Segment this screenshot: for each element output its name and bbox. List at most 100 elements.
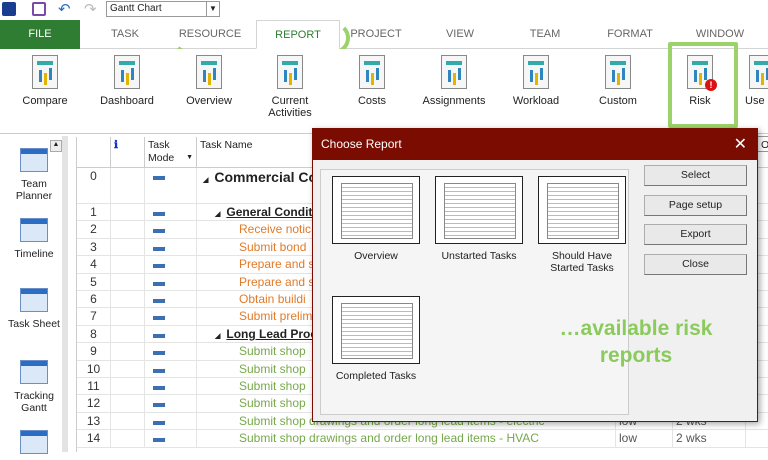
undo-icon[interactable]: ↶ (58, 0, 71, 18)
row-id: 13 (77, 412, 111, 430)
redo-icon[interactable]: ↷ (84, 0, 97, 18)
auto-schedule-icon (153, 276, 167, 286)
task-mode-cell[interactable] (145, 204, 197, 221)
team-planner-icon (20, 148, 48, 172)
auto-schedule-icon (153, 363, 167, 373)
task-name: Commercial Co (214, 169, 318, 185)
dialog-title: Choose Report (321, 137, 402, 151)
report-thumbnail (538, 176, 626, 244)
collapse-icon[interactable]: ◢ (215, 210, 220, 218)
table-row[interactable]: 14 Submit shop drawings and order long l… (77, 430, 768, 448)
tab-file[interactable]: FILE (0, 20, 80, 49)
task-mode-cell[interactable] (145, 343, 197, 360)
label: Costs (357, 95, 387, 107)
timeline-icon (20, 218, 48, 242)
assignments-button[interactable]: Assignments (417, 55, 491, 107)
label: Assignments (422, 95, 486, 107)
row-id: 10 (77, 360, 111, 377)
task-mode-cell[interactable] (145, 430, 197, 447)
overview-button[interactable]: Overview (172, 55, 246, 107)
label: Overview (354, 250, 398, 262)
current-activities-button[interactable]: Current Activities (253, 55, 327, 119)
duration-cell[interactable]: 2 wks (673, 430, 746, 447)
tab-format[interactable]: FORMAT (595, 20, 665, 49)
page-setup-button[interactable]: Page setup (644, 195, 747, 216)
auto-schedule-icon (153, 345, 167, 356)
report-unstarted-tasks[interactable]: Unstarted Tasks (433, 176, 525, 262)
header-id[interactable] (77, 137, 111, 168)
task-name: Prepare and s (239, 274, 315, 289)
indicator-cell (111, 325, 145, 343)
task-mode-cell[interactable] (145, 378, 197, 395)
task-name: Receive notic (239, 222, 312, 237)
costs-button[interactable]: Costs (335, 55, 409, 107)
task-mode-cell[interactable] (145, 412, 197, 430)
task-name-cell[interactable]: Submit shop drawings and order long lead… (197, 430, 616, 447)
row-id: 1 (77, 204, 111, 221)
dashboard-button[interactable]: Dashboard (90, 55, 164, 107)
compare-button[interactable]: Compare (8, 55, 82, 107)
sidebar-item-tracking-gantt[interactable]: Tracking Gantt (4, 360, 64, 414)
chevron-down-icon[interactable]: ▼ (206, 2, 219, 16)
task-mode-cell[interactable] (145, 273, 197, 290)
overview-icon (196, 55, 222, 89)
label: Use (745, 95, 765, 107)
task-sheet-icon (20, 288, 48, 312)
indicator-cell (111, 360, 145, 377)
collapse-icon[interactable]: ◢ (203, 176, 208, 184)
row-id: 5 (77, 273, 111, 290)
row-id: 14 (77, 430, 111, 447)
close-button[interactable]: Close (644, 254, 747, 275)
custom-button[interactable]: Custom (581, 55, 655, 107)
auto-schedule-icon (153, 380, 167, 390)
label: Completed Tasks (335, 370, 417, 382)
tab-task[interactable]: TASK (90, 20, 160, 49)
label: Compare (22, 95, 68, 107)
close-icon[interactable]: ✕ (734, 129, 747, 160)
sidebar-item-team-planner[interactable]: Team Planner (4, 148, 64, 202)
auto-schedule-icon (153, 415, 167, 425)
header-task-mode[interactable]: Task Mode ▼ (145, 137, 197, 168)
view-selector[interactable]: Gantt Chart ▼ (106, 1, 220, 17)
export-button[interactable]: Export (644, 224, 747, 245)
annotation-text: …available risk reports (559, 317, 713, 367)
tab-team[interactable]: TEAM (515, 20, 575, 49)
sidebar-item-task-sheet[interactable]: Task Sheet (4, 288, 64, 330)
tab-view[interactable]: VIEW (430, 20, 490, 49)
task-mode-cell[interactable] (145, 238, 197, 256)
task-name: Submit prelim (239, 309, 313, 324)
collapse-icon[interactable]: ◢ (215, 332, 220, 340)
dashboard-icon (114, 55, 140, 89)
workload-button[interactable]: Workload (499, 55, 573, 107)
task-mode-cell[interactable] (145, 395, 197, 412)
task-mode-cell[interactable] (145, 325, 197, 343)
header-extra[interactable]: O (757, 136, 768, 152)
report-completed-tasks[interactable]: Completed Tasks (330, 296, 422, 382)
select-button[interactable]: Select (644, 165, 747, 186)
tab-project[interactable]: PROJECT (340, 20, 412, 49)
use-button[interactable]: Use (745, 55, 768, 107)
label: Unstarted Tasks (441, 250, 517, 262)
task-mode-cell[interactable] (145, 360, 197, 377)
report-overview[interactable]: Overview (330, 176, 422, 262)
current-activities-icon (277, 55, 303, 89)
header-indicators[interactable]: ℹ (111, 137, 145, 168)
task-mode-cell[interactable] (145, 168, 197, 203)
save-icon[interactable] (32, 2, 46, 16)
view-selector-value: Gantt Chart (110, 3, 162, 14)
task-mode-cell[interactable] (145, 291, 197, 308)
dropdown-icon[interactable]: ▼ (186, 151, 193, 164)
indicator-cell (111, 412, 145, 430)
use-icon (749, 55, 768, 89)
report-should-have-started[interactable]: Should Have Started Tasks (536, 176, 628, 274)
task-mode-cell[interactable] (145, 256, 197, 273)
sidebar-item-timeline[interactable]: Timeline (4, 218, 64, 260)
choose-report-dialog: Choose Report ✕ Overview Unstarted Tasks … (312, 128, 758, 422)
risk-highlight (668, 42, 738, 128)
task-mode-cell[interactable] (145, 221, 197, 238)
indicator-cell (111, 343, 145, 360)
sidebar-item-more[interactable] (4, 430, 64, 460)
row-id: 9 (77, 343, 111, 360)
label: Team Planner (15, 178, 53, 202)
task-mode-cell[interactable] (145, 308, 197, 325)
